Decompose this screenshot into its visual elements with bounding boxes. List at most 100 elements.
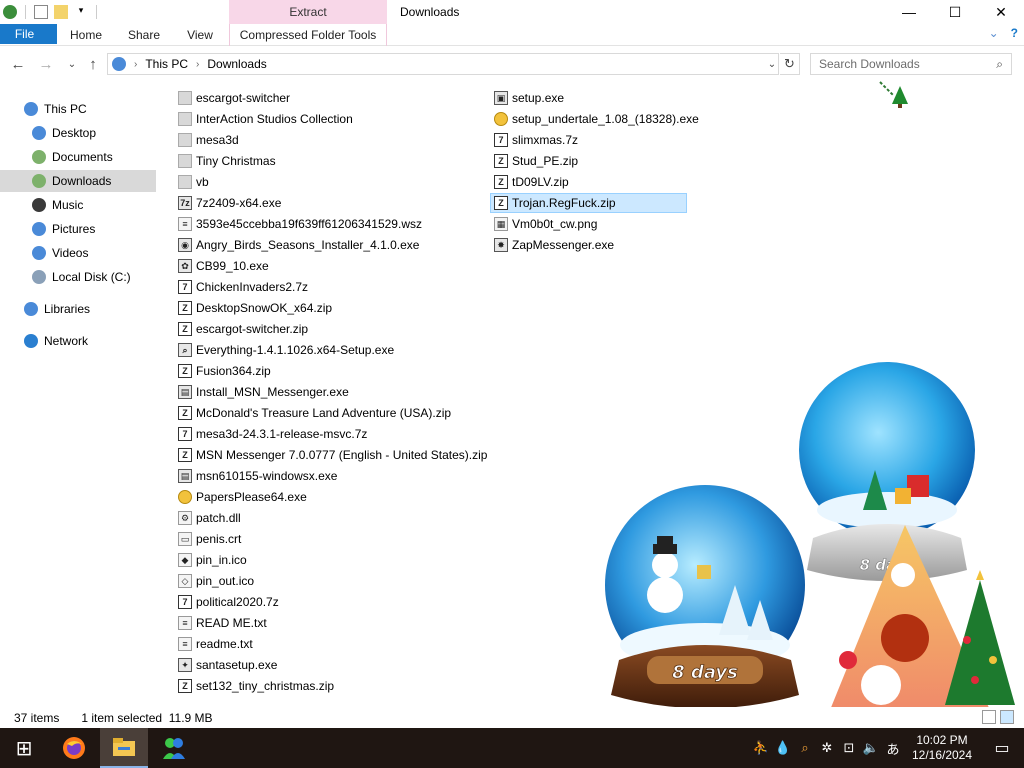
droplet-icon[interactable]: 💧 (772, 728, 794, 768)
search-input[interactable] (819, 57, 989, 71)
file-item[interactable]: ≡ readme.txt (178, 634, 261, 654)
people-icon[interactable]: ⛹ (750, 728, 772, 768)
file-item[interactable]: 7 mesa3d-24.3.1-release-msvc.7z (178, 424, 375, 444)
new-folder-icon[interactable] (54, 5, 68, 19)
folder-item[interactable]: Tiny Christmas (178, 151, 284, 171)
details-view-icon[interactable] (982, 710, 996, 724)
up-button[interactable]: ↑ (83, 54, 103, 74)
notification-center-icon[interactable]: ▭ (980, 728, 1024, 768)
start-button[interactable]: ⊞ (0, 728, 48, 768)
file-name: msn610155-windowsx.exe (196, 469, 338, 483)
everything-search-icon[interactable]: ⌕ (794, 728, 816, 768)
nav-downloads[interactable]: Downloads (0, 170, 156, 192)
nav-local-disk[interactable]: Local Disk (C:) (0, 266, 156, 288)
nav-this-pc[interactable]: This PC (0, 98, 156, 120)
file-item[interactable]: Zset132_tiny_christmas.zip (178, 676, 342, 696)
large-icons-view-icon[interactable] (1000, 710, 1014, 724)
tab-file[interactable]: File (0, 24, 57, 44)
refresh-button[interactable]: ↻ (780, 53, 800, 75)
input-method-icon[interactable]: あ (882, 728, 904, 768)
file-item[interactable]: ✸ ZapMessenger.exe (494, 235, 622, 255)
folder-item[interactable]: vb (178, 172, 217, 192)
volume-icon[interactable]: 🔈 (860, 728, 882, 768)
file-item[interactable]: ◉ Angry_Birds_Seasons_Installer_4.1.0.exe (178, 235, 427, 255)
nav-videos[interactable]: Videos (0, 242, 156, 264)
tab-share[interactable]: Share (118, 24, 170, 46)
file-item[interactable]: ▤ msn610155-windowsx.exe (178, 466, 345, 486)
file-item[interactable]: Z Stud_PE.zip (494, 151, 586, 171)
file-item[interactable]: Zescargot-switcher.zip (178, 319, 316, 339)
network-tray-icon[interactable]: ⊡ (838, 728, 860, 768)
file-item[interactable]: ≡ READ ME.txt (178, 613, 275, 633)
file-item[interactable]: ◆ pin_in.ico (178, 550, 255, 570)
file-explorer-icon[interactable] (100, 728, 148, 768)
file-item[interactable]: Z Fusion364.zip (178, 361, 279, 381)
file-name: patch.dll (196, 511, 241, 525)
exe-icon: ✦ (178, 658, 192, 672)
recent-locations-button[interactable]: ⌄ (62, 54, 82, 74)
file-item[interactable]: 7 ChickenInvaders2.7z (178, 277, 316, 297)
minimize-button[interactable]: — (886, 0, 932, 24)
file-item[interactable]: 7 slimxmas.7z (494, 130, 586, 150)
file-item[interactable]: ZtD09LV.zip (494, 172, 577, 192)
nav-documents[interactable]: Documents (0, 146, 156, 168)
nav-pictures[interactable]: Pictures (0, 218, 156, 240)
file-item[interactable]: ⌕ Everything-1.4.1.1026.x64-Setup.exe (178, 340, 402, 360)
forward-button[interactable]: → (36, 54, 56, 74)
breadcrumb-downloads[interactable]: Downloads (207, 57, 266, 71)
file-item[interactable]: Z DesktopSnowOK_x64.zip (178, 298, 340, 318)
address-dropdown-button[interactable]: ⌄ (765, 54, 779, 74)
tab-home[interactable]: Home (60, 24, 112, 46)
address-bar[interactable]: › This PC › Downloads (107, 53, 779, 75)
help-icon[interactable]: ? (1011, 26, 1018, 40)
extract-context-tab[interactable]: Extract (229, 0, 387, 24)
file-item[interactable]: ▣ setup.exe (494, 88, 572, 108)
file-item[interactable]: 7 political2020.7z (178, 592, 287, 612)
file-item[interactable]: 7z 7z2409-x64.exe (178, 193, 289, 213)
file-name: PapersPlease64.exe (196, 490, 307, 504)
ribbon-tabs: File Home Share View Compressed Folder T… (0, 24, 1024, 46)
search-box[interactable]: ⌕ (810, 53, 1012, 75)
file-name: set132_tiny_christmas.zip (196, 679, 335, 693)
file-item[interactable]: Z McDonald's Treasure Land Adventure (USA… (178, 403, 459, 423)
nav-label: Libraries (44, 302, 91, 316)
properties-icon[interactable] (34, 5, 48, 19)
search-icon[interactable]: ⌕ (996, 57, 1003, 72)
explorer-app-icon[interactable] (3, 5, 17, 19)
nav-libraries[interactable]: Libraries (0, 298, 156, 320)
file-item[interactable]: ✦ santasetup.exe (178, 655, 285, 675)
nav-desktop[interactable]: Desktop (0, 122, 156, 144)
nav-network[interactable]: Network (0, 330, 156, 352)
file-item[interactable]: ◇ pin_out.ico (178, 571, 262, 591)
messenger-icon[interactable] (150, 728, 198, 768)
snowflake-icon[interactable]: ✲ (816, 728, 838, 768)
file-item[interactable]: Z MSN Messenger 7.0.0777 (English - Unite… (178, 445, 495, 465)
file-item[interactable]: PapersPlease64.exe (178, 487, 315, 507)
file-item[interactable]: ⚙ patch.dll (178, 508, 249, 528)
chevron-right-icon[interactable]: › (196, 59, 199, 70)
file-item[interactable]: setup_undertale_1.08_(18328).exe (494, 109, 707, 129)
folder-item[interactable]: mesa3d (178, 130, 247, 150)
close-button[interactable]: ✕ (978, 0, 1024, 24)
file-item[interactable]: Z Trojan.RegFuck.zip (490, 193, 687, 213)
back-button[interactable]: ← (8, 54, 28, 74)
breadcrumb-this-pc[interactable]: This PC (145, 57, 188, 71)
maximize-button[interactable]: ☐ (932, 0, 978, 24)
file-item[interactable]: ≡ 3593e45ccebba19f639ff61206341529.wsz (178, 214, 430, 234)
firefox-icon[interactable] (50, 728, 98, 768)
chevron-right-icon[interactable]: › (134, 59, 137, 70)
expand-ribbon-icon[interactable]: ⌄ (989, 26, 999, 40)
file-item[interactable]: ▭ penis.crt (178, 529, 249, 549)
file-item[interactable]: ▦ Vm0b0t_cw.png (494, 214, 605, 234)
file-item[interactable]: ▤ Install_MSN_Messenger.exe (178, 382, 357, 402)
folder-item[interactable]: InterAction Studios Collection (178, 109, 361, 129)
file-item[interactable]: ✿ CB99_10.exe (178, 256, 277, 276)
customize-qat-icon[interactable]: ▾ (74, 5, 88, 19)
nav-label: Local Disk (C:) (52, 270, 131, 284)
folder-item[interactable]: escargot-switcher (178, 88, 298, 108)
zip-icon: Z (494, 154, 508, 168)
tab-view[interactable]: View (176, 24, 224, 46)
tab-compressed-folder-tools[interactable]: Compressed Folder Tools (229, 24, 387, 46)
nav-music[interactable]: Music (0, 194, 156, 216)
clock[interactable]: 10:02 PM 12/16/2024 (904, 728, 980, 768)
